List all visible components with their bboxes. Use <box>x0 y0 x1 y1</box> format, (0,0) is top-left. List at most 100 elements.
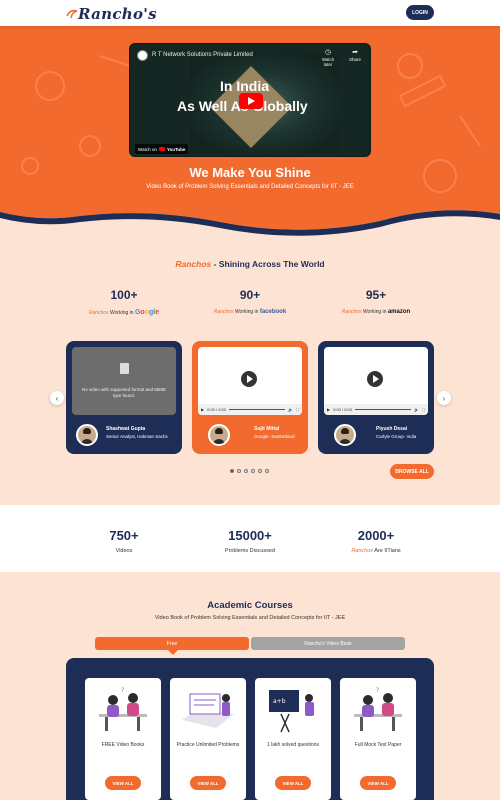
course-card: ? FREE Video Books VIEW ALL <box>85 678 161 800</box>
youtube-logo-icon <box>158 147 165 151</box>
problems-label: Problems Discussed <box>224 548 276 554</box>
carousel-dot[interactable] <box>237 469 241 473</box>
svg-text:?: ? <box>376 687 379 694</box>
course-label: Practice Unlimited Problems <box>176 742 240 748</box>
iitians-count: 2000+ <box>357 528 395 543</box>
carousel-prev-button[interactable]: ‹ <box>50 391 64 405</box>
browse-all-button[interactable]: BROWSE ALL <box>390 464 434 479</box>
testimonial-person: Shashwat Gupta Senior Analyst, Hokman Sa… <box>106 426 168 439</box>
amazon-caption: Ranchos Working in amazon <box>341 309 411 315</box>
youtube-video-embed[interactable]: R T Network Solutions Private Limited ◷ … <box>129 43 371 157</box>
facebook-count: 90+ <box>239 288 261 302</box>
course-label: Full Mock Test Paper <box>354 742 402 748</box>
play-small-icon[interactable]: ▶ <box>201 407 204 412</box>
logo-swirl-icon <box>66 9 78 19</box>
watch-later-button[interactable]: ◷ Watch later <box>317 49 339 67</box>
amazon-count: 95+ <box>365 288 387 302</box>
course-label: FREE Video Books <box>101 742 145 748</box>
mock-test-illustration-icon: ? <box>354 687 402 731</box>
tab-video-book[interactable]: Rancho's Video Book <box>251 637 405 650</box>
avatar <box>208 424 230 446</box>
video-channel-title[interactable]: R T Network Solutions Private Limited <box>152 52 253 58</box>
chevron-right-icon: › <box>442 393 446 403</box>
carousel-dot[interactable] <box>244 469 248 473</box>
carousel-dot[interactable] <box>251 469 255 473</box>
carousel-next-button[interactable]: › <box>437 391 451 405</box>
hero-subtitle: Video Book of Problem Solving Essentials… <box>146 184 354 190</box>
tab-free[interactable]: Free <box>95 637 249 650</box>
chevron-left-icon: ‹ <box>55 393 59 403</box>
ranchos-logo[interactable]: Rancho's <box>66 4 157 24</box>
practice-illustration-icon <box>182 693 234 728</box>
hero-section: R T Network Solutions Private Limited ◷ … <box>0 26 500 236</box>
testimonial-person: Sujit Mittal Google- Switzerland <box>254 426 295 439</box>
testimonial-card: ▶ 0:00 / 0:00 🔈 ⛶ Sujit Mittal Google- S… <box>192 341 308 454</box>
active-tab-caret <box>168 650 178 655</box>
facebook-logo: facebook <box>259 309 287 315</box>
share-button[interactable]: ➦ Share <box>344 49 366 62</box>
courses-title: Academic Courses <box>207 600 293 611</box>
chalkboard-illustration-icon: a+b <box>269 690 314 733</box>
fullscreen-icon[interactable]: ⛶ <box>422 407 425 412</box>
volume-icon[interactable]: 🔈 <box>414 407 419 412</box>
courses-panel: ? FREE Video Books VIEW ALL Practice Unl… <box>66 658 434 800</box>
testimonial-card: ▶ 0:00 / 0:00 🔈 ⛶ Piyush Desai Carlyle G… <box>318 341 434 454</box>
seek-bar[interactable] <box>228 408 286 411</box>
problems-count: 15000+ <box>228 528 272 543</box>
avatar <box>334 424 356 446</box>
course-label: 1 lakh solved questions <box>267 742 319 748</box>
view-all-button[interactable]: VIEW ALL <box>275 776 311 790</box>
video-controls[interactable]: ▶ 0:00 / 0:00 🔈 ⛶ <box>198 404 302 415</box>
google-logo: Google <box>134 309 160 316</box>
video-error-message: No video with supported format and MIME … <box>81 387 167 398</box>
svg-text:a+b: a+b <box>273 698 286 705</box>
course-card: a+b 1 lakh solved questions VIEW ALL <box>255 678 331 800</box>
share-icon: ➦ <box>352 49 358 56</box>
course-card: Practice Unlimited Problems VIEW ALL <box>170 678 246 800</box>
svg-text:?: ? <box>121 687 124 694</box>
fullscreen-icon[interactable]: ⛶ <box>296 407 299 412</box>
carousel-dot[interactable] <box>265 469 269 473</box>
video-time: 0:00 / 0:00 <box>207 407 226 412</box>
youtube-play-button[interactable] <box>239 93 263 109</box>
view-all-button[interactable]: VIEW ALL <box>105 776 141 790</box>
hero-title: We Make You Shine <box>189 165 311 180</box>
carousel-pagination <box>230 469 269 473</box>
google-count: 100+ <box>110 288 138 302</box>
courses-subtitle: Video Book of Problem Solving Essentials… <box>154 615 346 621</box>
iitians-label: Ranchos Are IITians <box>351 548 401 554</box>
carousel-dot[interactable] <box>230 469 234 473</box>
amazon-logo: amazon <box>387 309 411 315</box>
view-all-button[interactable]: VIEW ALL <box>190 776 226 790</box>
view-all-button[interactable]: VIEW ALL <box>360 776 396 790</box>
clock-icon: ◷ <box>324 49 332 56</box>
volume-icon[interactable]: 🔈 <box>288 407 293 412</box>
videos-count: 750+ <box>109 528 139 543</box>
play-small-icon[interactable]: ▶ <box>327 407 330 412</box>
shining-title: Ranchos - Shining Across The World <box>175 259 325 269</box>
students-illustration-icon: ? <box>99 687 147 731</box>
videos-label: Videos <box>115 548 133 554</box>
carousel-dot[interactable] <box>258 469 262 473</box>
play-icon[interactable] <box>241 371 257 387</box>
play-icon[interactable] <box>367 371 383 387</box>
facebook-caption: Ranchos Working in facebook <box>213 309 287 315</box>
course-card: ? Full Mock Test Paper VIEW ALL <box>340 678 416 800</box>
watch-on-youtube-link[interactable]: Watch on YouTube <box>135 144 189 154</box>
testimonial-card: No video with supported format and MIME … <box>66 341 182 454</box>
video-player[interactable]: ▶ 0:00 / 0:00 🔈 ⛶ <box>324 347 428 415</box>
file-icon <box>120 363 129 374</box>
avatar <box>76 424 98 446</box>
testimonial-person: Piyush Desai Carlyle Group- India <box>376 426 417 439</box>
seek-bar[interactable] <box>354 408 412 411</box>
video-time: 0:00 / 0:00 <box>333 407 352 412</box>
video-player-error[interactable]: No video with supported format and MIME … <box>72 347 176 415</box>
channel-avatar[interactable] <box>137 50 148 61</box>
google-caption: Ranchos Working in Google <box>88 309 160 316</box>
video-controls[interactable]: ▶ 0:00 / 0:00 🔈 ⛶ <box>324 404 428 415</box>
logo-text: Rancho's <box>78 5 157 23</box>
counts-section: 750+ Videos 15000+ Problems Discussed 20… <box>0 505 500 572</box>
login-button[interactable]: LOGIN <box>406 5 434 20</box>
video-player[interactable]: ▶ 0:00 / 0:00 🔈 ⛶ <box>198 347 302 415</box>
site-header: Rancho's LOGIN <box>0 0 500 26</box>
